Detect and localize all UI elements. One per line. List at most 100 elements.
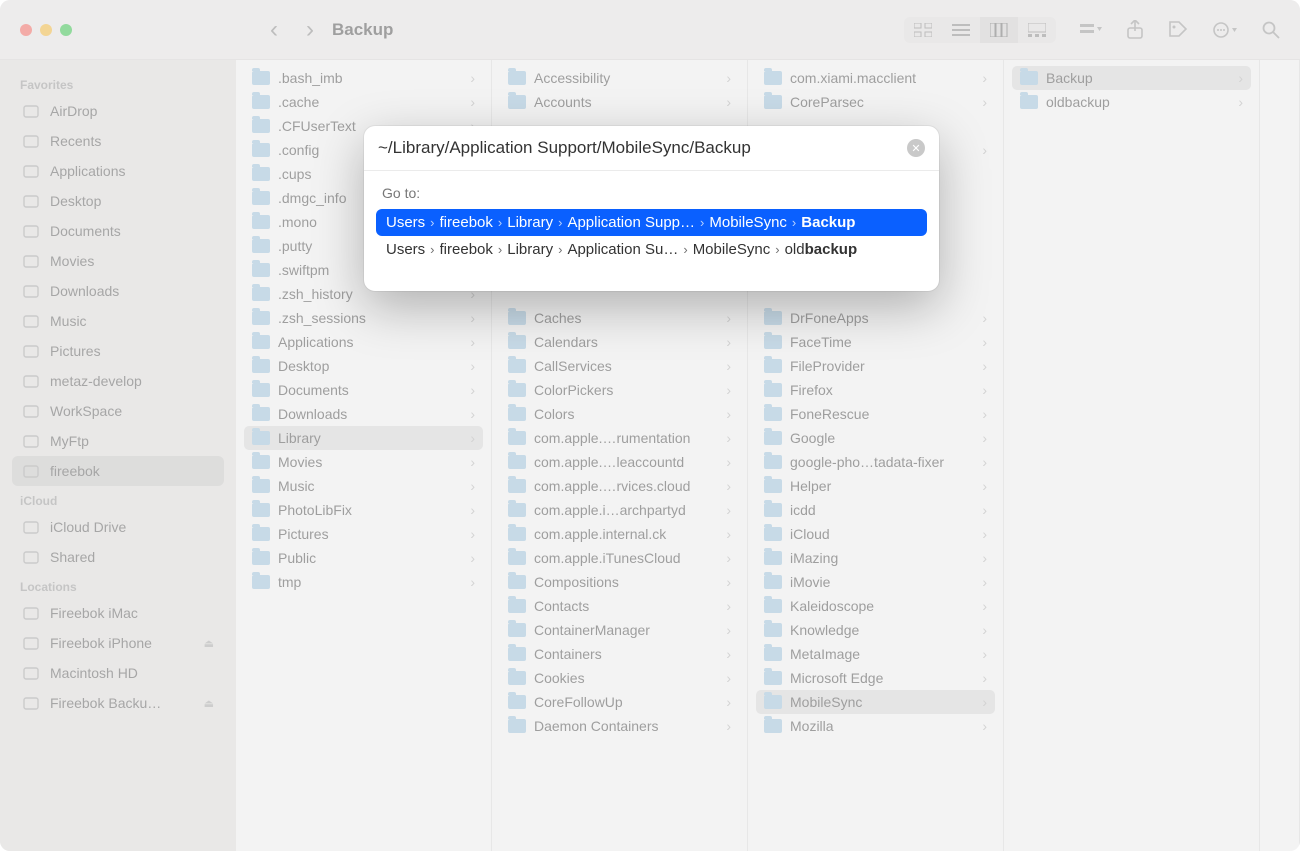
folder-row[interactable]: MobileSync› <box>756 690 995 714</box>
folder-row[interactable]: Containers› <box>500 642 739 666</box>
folder-row[interactable]: Music› <box>244 474 483 498</box>
folder-row[interactable]: Desktop› <box>244 354 483 378</box>
folder-row[interactable]: oldbackup› <box>1012 90 1251 114</box>
folder-row[interactable]: ColorPickers› <box>500 378 739 402</box>
eject-icon[interactable]: ⏏ <box>204 697 214 710</box>
folder-row[interactable]: com.apple.internal.ck› <box>500 522 739 546</box>
folder-icon <box>252 407 270 421</box>
sidebar-item[interactable]: Recents <box>12 126 224 156</box>
tag-icon[interactable] <box>1168 20 1188 40</box>
folder-row[interactable]: Documents› <box>244 378 483 402</box>
gallery-view-icon[interactable] <box>1018 17 1056 43</box>
folder-row[interactable]: Helper› <box>756 474 995 498</box>
sidebar-item[interactable]: Documents <box>12 216 224 246</box>
back-button[interactable]: ‹ <box>270 16 278 44</box>
close-window-button[interactable] <box>20 24 32 36</box>
sidebar-item[interactable]: metaz-develop <box>12 366 224 396</box>
folder-row[interactable]: FaceTime› <box>756 330 995 354</box>
action-menu-icon[interactable] <box>1212 21 1238 39</box>
forward-button[interactable]: › <box>306 16 314 44</box>
sidebar-item[interactable]: Fireebok iMac <box>12 598 224 628</box>
sidebar-item[interactable]: Pictures <box>12 336 224 366</box>
goto-suggestion[interactable]: Users›fireebok›Library›Application Supp…… <box>376 209 927 236</box>
folder-row[interactable]: MetaImage› <box>756 642 995 666</box>
folder-row[interactable]: com.apple.iTunesCloud› <box>500 546 739 570</box>
search-icon[interactable] <box>1262 21 1280 39</box>
folder-row[interactable]: Knowledge› <box>756 618 995 642</box>
group-menu-icon[interactable] <box>1080 22 1102 38</box>
column-view-icon[interactable] <box>980 17 1018 43</box>
folder-row[interactable]: Pictures› <box>244 522 483 546</box>
sidebar-item[interactable]: Downloads <box>12 276 224 306</box>
view-mode-segment[interactable] <box>904 17 1056 43</box>
sidebar-item[interactable]: iCloud Drive <box>12 512 224 542</box>
folder-row[interactable]: iCloud› <box>756 522 995 546</box>
folder-row[interactable]: Accounts› <box>500 90 739 114</box>
folder-icon <box>508 551 526 565</box>
folder-row[interactable]: CallServices› <box>500 354 739 378</box>
folder-row[interactable]: icdd› <box>756 498 995 522</box>
zoom-window-button[interactable] <box>60 24 72 36</box>
folder-row[interactable]: CoreFollowUp› <box>500 690 739 714</box>
folder-row[interactable]: DrFoneApps› <box>756 306 995 330</box>
sidebar-item[interactable]: Applications <box>12 156 224 186</box>
sidebar-item[interactable]: AirDrop <box>12 96 224 126</box>
folder-row[interactable]: Accessibility› <box>500 66 739 90</box>
folder-row[interactable]: Daemon Containers› <box>500 714 739 738</box>
folder-row[interactable]: Colors› <box>500 402 739 426</box>
folder-row[interactable]: com.xiami.macclient› <box>756 66 995 90</box>
sidebar-item[interactable]: fireebok <box>12 456 224 486</box>
sidebar-item[interactable]: Macintosh HD <box>12 658 224 688</box>
folder-row[interactable]: FoneRescue› <box>756 402 995 426</box>
folder-row[interactable]: Calendars› <box>500 330 739 354</box>
eject-icon[interactable]: ⏏ <box>204 637 214 650</box>
folder-row[interactable]: com.apple.…leaccountd› <box>500 450 739 474</box>
sidebar-item[interactable]: Movies <box>12 246 224 276</box>
icon-view-icon[interactable] <box>904 17 942 43</box>
folder-row[interactable]: Library› <box>244 426 483 450</box>
folder-row[interactable]: iMazing› <box>756 546 995 570</box>
sidebar-item[interactable]: MyFtp <box>12 426 224 456</box>
folder-row[interactable]: iMovie› <box>756 570 995 594</box>
folder-row[interactable]: Google› <box>756 426 995 450</box>
folder-row[interactable]: Kaleidoscope› <box>756 594 995 618</box>
folder-row[interactable]: tmp› <box>244 570 483 594</box>
goto-folder-dialog[interactable]: ~/Library/Application Support/MobileSync… <box>364 126 939 291</box>
folder-row[interactable]: google-pho…tadata-fixer› <box>756 450 995 474</box>
sidebar-item[interactable]: Desktop <box>12 186 224 216</box>
folder-row[interactable]: com.apple.i…archpartyd› <box>500 498 739 522</box>
folder-row[interactable]: Applications› <box>244 330 483 354</box>
folder-row[interactable]: Mozilla› <box>756 714 995 738</box>
sidebar-item[interactable]: Fireebok iPhone⏏ <box>12 628 224 658</box>
share-icon[interactable] <box>1126 20 1144 40</box>
folder-row[interactable]: .bash_imb› <box>244 66 483 90</box>
goto-suggestion[interactable]: Users›fireebok›Library›Application Su…›M… <box>376 236 927 263</box>
folder-row[interactable]: Public› <box>244 546 483 570</box>
clear-input-button[interactable]: ✕ <box>907 139 925 157</box>
minimize-window-button[interactable] <box>40 24 52 36</box>
sidebar-item[interactable]: Fireebok Backu…⏏ <box>12 688 224 718</box>
folder-row[interactable]: ContainerManager› <box>500 618 739 642</box>
folder-row[interactable]: Downloads› <box>244 402 483 426</box>
folder-row[interactable]: Caches› <box>500 306 739 330</box>
folder-label: Helper <box>790 478 974 494</box>
folder-row[interactable]: Backup› <box>1012 66 1251 90</box>
folder-row[interactable]: PhotoLibFix› <box>244 498 483 522</box>
goto-path-input[interactable]: ~/Library/Application Support/MobileSync… <box>378 138 907 158</box>
folder-row[interactable]: .zsh_sessions› <box>244 306 483 330</box>
sidebar-item[interactable]: WorkSpace <box>12 396 224 426</box>
folder-row[interactable]: .cache› <box>244 90 483 114</box>
folder-row[interactable]: Compositions› <box>500 570 739 594</box>
folder-row[interactable]: Cookies› <box>500 666 739 690</box>
folder-row[interactable]: Contacts› <box>500 594 739 618</box>
list-view-icon[interactable] <box>942 17 980 43</box>
folder-row[interactable]: Microsoft Edge› <box>756 666 995 690</box>
sidebar-item[interactable]: Music <box>12 306 224 336</box>
folder-row[interactable]: com.apple.…rumentation› <box>500 426 739 450</box>
folder-row[interactable]: Movies› <box>244 450 483 474</box>
folder-row[interactable]: Firefox› <box>756 378 995 402</box>
folder-row[interactable]: CoreParsec› <box>756 90 995 114</box>
folder-row[interactable]: com.apple.…rvices.cloud› <box>500 474 739 498</box>
sidebar-item[interactable]: Shared <box>12 542 224 572</box>
folder-row[interactable]: FileProvider› <box>756 354 995 378</box>
